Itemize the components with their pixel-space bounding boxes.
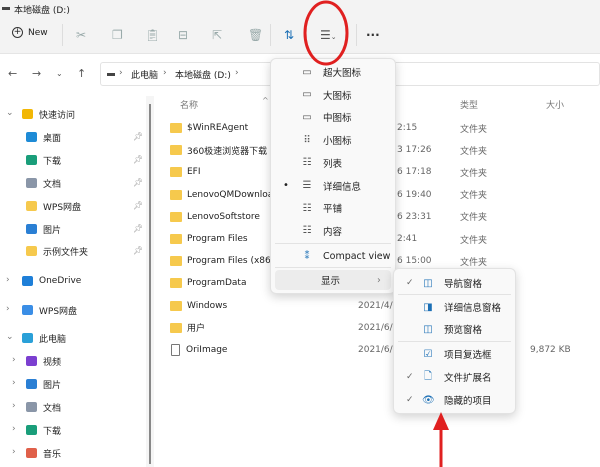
red-circle-annotation <box>303 0 349 66</box>
red-arrow-head <box>433 412 449 430</box>
annotation-overlay <box>303 0 449 467</box>
